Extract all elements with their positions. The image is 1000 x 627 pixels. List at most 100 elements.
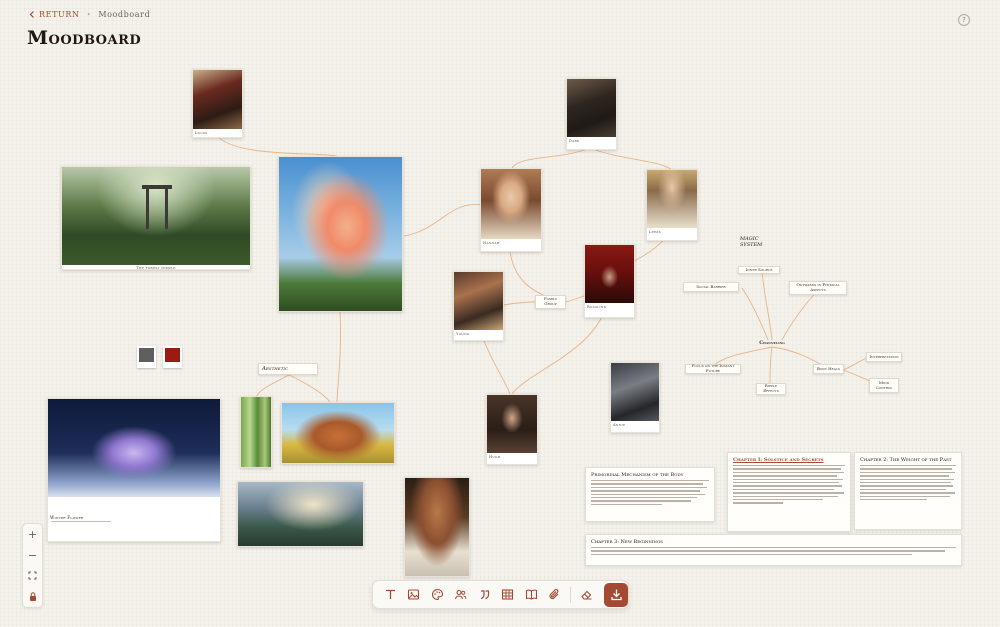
fit-view-button[interactable] <box>24 567 42 585</box>
document-title: Primordial Mechanism of the Body <box>591 472 684 478</box>
image-card-child[interactable]: Young <box>453 271 504 341</box>
minus-icon: − <box>27 548 38 562</box>
node-text: Outwards in Physical Aspects <box>796 282 840 292</box>
lock-button[interactable] <box>24 588 42 606</box>
breadcrumb-separator: • <box>86 10 92 19</box>
document-card-chapter-2[interactable]: Chapter 2: The Weight of the Past <box>854 452 962 530</box>
chevron-left-icon <box>29 11 34 18</box>
card-caption: Annie <box>613 423 626 427</box>
breadcrumb-current[interactable]: Moodboard <box>98 10 150 19</box>
image-card-portrait-1[interactable]: Lucas <box>192 69 243 138</box>
card-caption: Hugh <box>489 455 501 459</box>
book-icon <box>525 589 537 600</box>
mindmap-node-instant-future[interactable]: Focus on the Instant Future <box>685 363 741 374</box>
node-text: Channeling <box>759 340 785 347</box>
card-caption: The forest temple <box>136 266 176 270</box>
mindmap-node-body-heals[interactable]: Body Heals <box>813 364 844 374</box>
help-button[interactable]: ? <box>958 14 970 26</box>
label-text: Aesthetic <box>262 365 289 372</box>
label-text: MAGIC SYSTEM <box>740 236 763 248</box>
document-body <box>591 547 956 556</box>
mindmap-node-interpretation[interactable]: Interpretation <box>866 352 902 362</box>
color-swatch-red[interactable] <box>163 346 182 368</box>
image-card-forest-temple[interactable]: The forest temple <box>61 166 251 270</box>
document-title: Chapter 2: The Weight of the Past <box>860 457 952 463</box>
characters-icon <box>455 589 467 600</box>
document-body <box>591 480 709 506</box>
zoom-out-button[interactable]: − <box>24 546 42 564</box>
node-text: Family Group <box>544 296 557 306</box>
card-caption: Hannah <box>483 241 500 245</box>
color-swatch-gray[interactable] <box>137 346 156 368</box>
node-family-group[interactable]: Family Group <box>535 295 566 309</box>
add-text-button[interactable] <box>379 583 402 606</box>
text-icon <box>385 589 395 599</box>
label-magic-system[interactable]: MAGIC SYSTEM <box>740 236 776 248</box>
bottom-toolbar <box>372 580 629 609</box>
add-document-button[interactable] <box>520 583 543 606</box>
add-characters-button[interactable] <box>450 583 473 606</box>
toolbar-divider <box>570 586 571 603</box>
add-image-button[interactable] <box>403 583 426 606</box>
quote-icon <box>480 590 489 600</box>
document-card-mechanism[interactable]: Primordial Mechanism of the Body <box>585 467 715 522</box>
add-table-button[interactable] <box>497 583 520 606</box>
mindmap-node-mind-control[interactable]: Mind Control <box>869 378 899 393</box>
lock-icon <box>29 592 36 602</box>
node-text: Interpretation <box>869 353 899 359</box>
return-button[interactable]: RETURN <box>29 10 80 19</box>
add-palette-button[interactable] <box>426 583 449 606</box>
document-title: Chapter 3: New Beginnings <box>591 539 663 545</box>
caption-line <box>51 521 111 523</box>
mindmap-node-social-barrier[interactable]: Social Barrier <box>683 282 739 292</box>
image-card-portrait-2[interactable]: Dark <box>566 78 617 150</box>
image-card-cloud-painting[interactable] <box>278 156 403 312</box>
mindmap-node-inner-source[interactable]: Inner Source <box>738 266 780 274</box>
image-card-winter-flower[interactable]: Winter Flower <box>47 398 221 542</box>
document-title: Chapter I: Solstice and Secrets <box>733 457 824 463</box>
add-quote-button[interactable] <box>473 583 496 606</box>
image-card-tattoo-back[interactable] <box>404 477 470 577</box>
export-icon <box>611 589 622 601</box>
image-card-girl[interactable]: Hannah <box>480 168 542 252</box>
torii-pillar <box>165 189 168 229</box>
torii-pillar <box>146 189 149 229</box>
image-card-bamboo[interactable] <box>240 396 272 468</box>
image-icon <box>408 589 420 600</box>
mindmap-node-outwards[interactable]: Outwards in Physical Aspects <box>789 281 847 295</box>
attach-file-button[interactable] <box>544 583 567 606</box>
image-card-boy[interactable]: Hugh <box>486 394 538 465</box>
image-card-highland-cow[interactable] <box>281 402 395 464</box>
document-body <box>733 465 845 504</box>
mindmap-node-ripple-effects[interactable]: Ripple Effects <box>756 383 786 395</box>
document-body <box>860 465 956 501</box>
node-text: Focus on the Instant Future <box>691 363 735 373</box>
node-text: Body Heals <box>817 365 840 371</box>
node-text: Mind Control <box>875 379 893 390</box>
table-icon <box>502 589 514 600</box>
palette-icon <box>431 588 443 601</box>
label-aesthetic[interactable]: Aesthetic <box>258 363 318 375</box>
image-card-red-hood[interactable]: Rosalind <box>584 244 635 318</box>
node-text: Social Barrier <box>696 283 726 289</box>
zoom-controls: + − <box>22 523 43 608</box>
help-icon: ? <box>962 16 966 24</box>
page-title: Moodboard <box>27 27 142 49</box>
node-text: Inner Source <box>745 266 773 272</box>
node-text: Ripple Effects <box>763 383 779 393</box>
card-caption: Lucas <box>195 131 208 135</box>
zoom-in-button[interactable]: + <box>24 525 42 543</box>
document-card-chapter-3[interactable]: Chapter 3: New Beginnings <box>585 534 962 566</box>
export-button[interactable] <box>604 582 628 607</box>
moodboard-canvas[interactable]: RETURN • Moodboard Moodboard ? Lucas The… <box>0 0 1000 627</box>
eraser-button[interactable] <box>575 583 598 606</box>
image-card-shadow-face[interactable]: Annie <box>610 362 660 433</box>
document-card-chapter-1[interactable]: Chapter I: Solstice and Secrets <box>727 452 851 532</box>
image-card-mountain-window[interactable] <box>237 481 364 547</box>
image-card-blonde[interactable]: Lewis <box>646 169 698 241</box>
card-caption: Winter Flower <box>50 515 84 520</box>
eraser-icon <box>580 590 592 600</box>
mindmap-node-channeling[interactable]: Channeling <box>753 339 791 349</box>
swatch-color <box>165 348 180 362</box>
card-caption: Dark <box>569 139 580 143</box>
